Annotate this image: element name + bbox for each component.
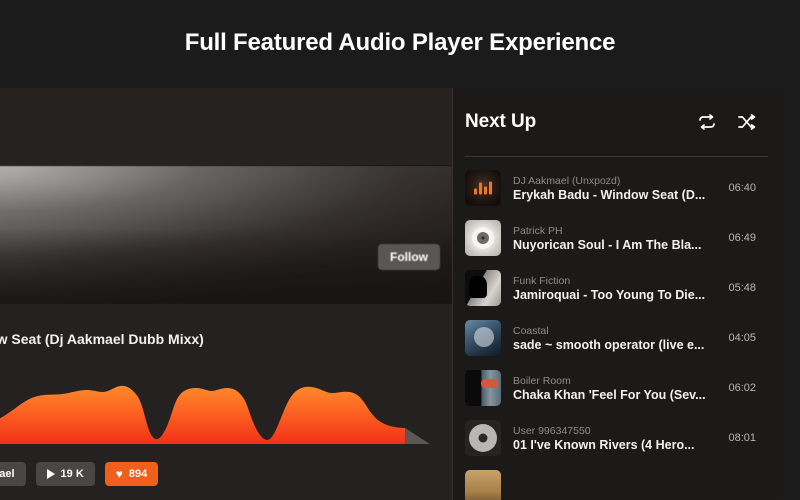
next-up-controls (698, 114, 756, 130)
track-artwork (465, 320, 501, 356)
queue-item-duration: 04:05 (728, 332, 756, 344)
queue-item-artist: DJ Aakmael (Unxpozd) (513, 174, 621, 187)
app-root: Full Featured Audio Player Experience ix… (0, 0, 800, 500)
queue-item-artist: Coastal (513, 324, 549, 337)
page-heading: Full Featured Audio Player Experience (0, 0, 800, 86)
audio-player-window: ixx) ❯ Follow ozd) Window Seat (Dj Aakma… (0, 88, 780, 500)
player-left-panel: ixx) ❯ Follow ozd) Window Seat (Dj Aakma… (0, 88, 452, 500)
queue-item-duration: 08:01 (728, 432, 756, 444)
queue-item-text: Funk Fiction Jamiroquai - Too Young To D… (513, 275, 716, 302)
queue-item-duration: 06:49 (728, 232, 756, 244)
queue-item-artist: Funk Fiction (513, 274, 571, 287)
queue-item-title: Jamiroquai - Too Young To Die... (513, 287, 706, 302)
heart-icon: ♥ (115, 467, 123, 481)
queue-item-title: Nuyorican Soul - I Am The Bla... (513, 237, 702, 252)
like-count-pill[interactable]: ♥ 894 (104, 462, 159, 486)
track-artwork (465, 270, 501, 306)
queue-item-title: sade ~ smooth operator (live e... (513, 337, 705, 352)
queue-item-artist: Boiler Room (513, 374, 571, 387)
current-track-title: Window Seat (Dj Aakmael Dubb Mixx) (0, 331, 204, 347)
queue-item[interactable]: Funk Fiction Jamiroquai - Too Young To D… (453, 263, 780, 313)
breadcrumb-bar: ixx) ❯ (0, 88, 452, 166)
next-up-title: Next Up (465, 111, 537, 132)
play-count-pill[interactable]: 19 K (35, 462, 95, 486)
queue-item[interactable]: DJ Aakmael (Unxpozd) Erykah Badu - Windo… (453, 163, 780, 213)
track-artwork (465, 470, 501, 500)
track-artwork (465, 220, 501, 256)
queue-item-text: Patrick PH Nuyorican Soul - I Am The Bla… (513, 225, 716, 252)
queue-item[interactable]: Coastal sade ~ smooth operator (live e..… (453, 313, 780, 363)
track-artwork (465, 420, 501, 456)
queue-item-duration: 06:40 (728, 182, 756, 194)
queue-item[interactable] (453, 463, 780, 500)
queue-item-text: DJ Aakmael (Unxpozd) Erykah Badu - Windo… (513, 175, 716, 202)
next-up-panel: Next Up DJ Aakmael (Unxpozd) Erykah Badu… (452, 88, 780, 500)
hero-banner: Follow (0, 166, 452, 304)
track-artwork (465, 170, 501, 206)
queue-item-title: 01 I've Known Rivers (4 Hero... (513, 437, 695, 452)
queue-item-duration: 06:02 (728, 382, 756, 394)
play-icon (46, 469, 55, 479)
play-count-label: 19 K (60, 468, 84, 480)
queue-item[interactable]: Boiler Room Chaka Khan 'Feel For You (Se… (453, 363, 780, 413)
queue-item-text: Coastal sade ~ smooth operator (live e..… (513, 325, 716, 352)
now-playing-equalizer-icon (474, 181, 492, 195)
queue-item[interactable]: Patrick PH Nuyorican Soul - I Am The Bla… (453, 213, 780, 263)
queue-item-title: Erykah Badu - Window Seat (D... (513, 187, 706, 202)
track-artwork (465, 370, 501, 406)
follow-button[interactable]: Follow (378, 244, 440, 270)
queue-list: DJ Aakmael (Unxpozd) Erykah Badu - Windo… (453, 157, 780, 500)
queue-item-text: Boiler Room Chaka Khan 'Feel For You (Se… (513, 375, 716, 402)
queue-item-duration: 05:48 (728, 282, 756, 294)
next-up-header: Next Up (453, 88, 780, 156)
artist-tag-pill[interactable]: #aakmael (0, 462, 26, 486)
queue-item-artist: Patrick PH (513, 224, 563, 237)
queue-item-artist: User 996347550 (513, 424, 591, 437)
page-title: Full Featured Audio Player Experience (184, 29, 616, 56)
current-track-card: ozd) Window Seat (Dj Aakmael Dubb Mixx) (0, 304, 452, 500)
queue-item-text: User 996347550 01 I've Known Rivers (4 H… (513, 425, 716, 452)
queue-item-title: Chaka Khan 'Feel For You (Sev... (513, 387, 706, 402)
waveform-visualizer[interactable] (0, 364, 452, 444)
like-count-label: 894 (128, 468, 148, 480)
queue-item[interactable]: User 996347550 01 I've Known Rivers (4 H… (453, 413, 780, 463)
repeat-icon[interactable] (698, 114, 716, 130)
shuffle-icon[interactable] (738, 114, 756, 130)
current-track-artist: ozd) (0, 316, 452, 328)
track-stats: #aakmael 19 K ♥ 894 (0, 462, 159, 486)
